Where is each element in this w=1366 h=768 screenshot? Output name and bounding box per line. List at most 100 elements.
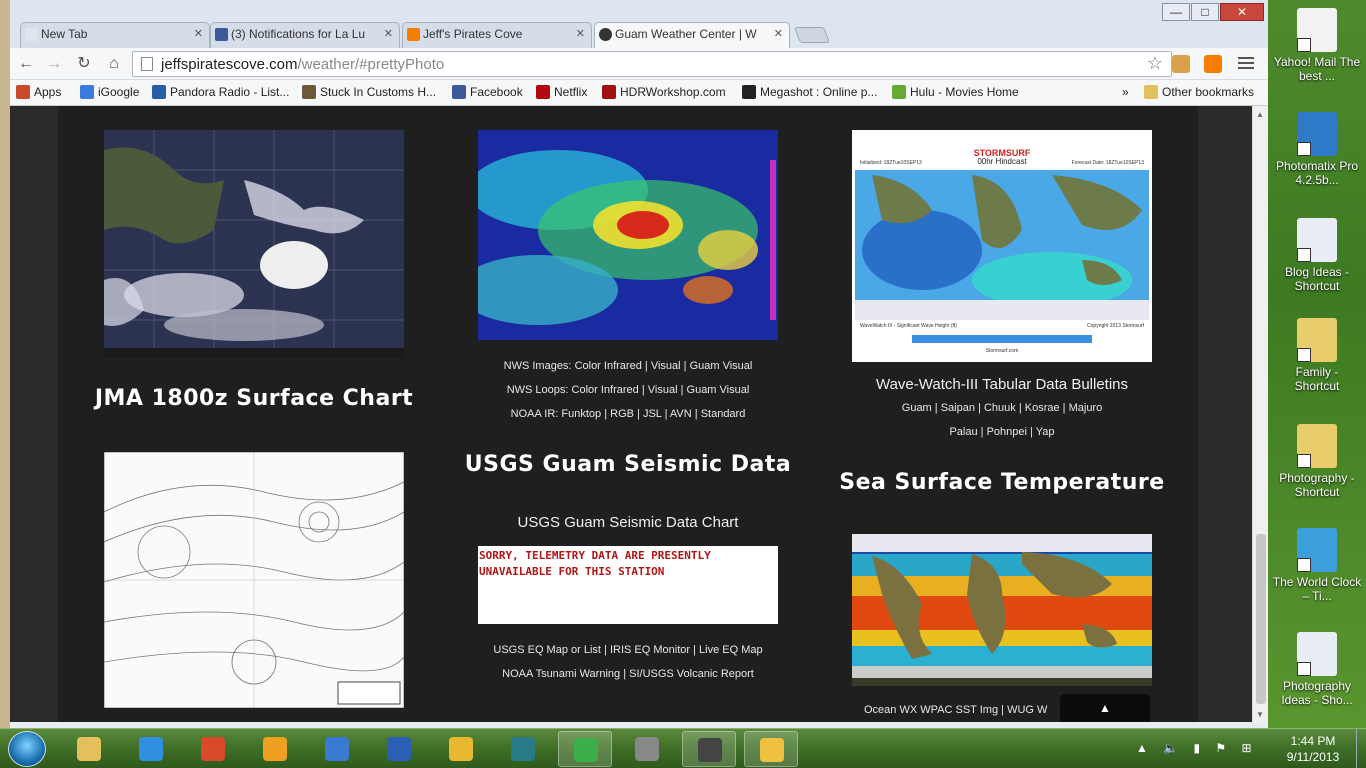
link-color-infrared[interactable]: Color Infrared: [575, 360, 642, 372]
bookmark-pandora[interactable]: Pandora Radio - List...: [152, 85, 289, 99]
bookmark-label: iGoogle: [98, 85, 140, 99]
link-guam-visual[interactable]: Guam Visual: [690, 360, 753, 372]
link-chuuk[interactable]: Chuuk: [984, 402, 1016, 414]
close-icon[interactable]: ✕: [384, 27, 393, 40]
maximize-button[interactable]: □: [1191, 3, 1219, 21]
link-funktop[interactable]: Funktop: [561, 408, 601, 420]
chrome-menu-icon[interactable]: [1238, 55, 1254, 71]
taskbar-app[interactable]: [310, 731, 364, 767]
taskbar-app[interactable]: [434, 731, 488, 767]
sea-surface-temperature-heading: Sea Surface Temperature: [839, 470, 1165, 495]
word-document-icon: [1297, 218, 1337, 262]
taskbar-app[interactable]: [558, 731, 612, 767]
bookmark-megashot[interactable]: Megashot : Online p...: [742, 85, 877, 99]
link-pohnpei[interactable]: Pohnpei: [987, 426, 1027, 438]
desktop-icon[interactable]: Yahoo! Mail The best ...: [1272, 8, 1362, 83]
link-visual[interactable]: Visual: [651, 360, 681, 372]
bookmarks-overflow-icon[interactable]: »: [1122, 85, 1129, 99]
stormsurf-caption: WaveWatch III - Significant Wave Height …: [860, 323, 957, 329]
taskbar-app[interactable]: [744, 731, 798, 767]
link-live-eq-map[interactable]: Live EQ Map: [699, 644, 763, 656]
scroll-down-icon[interactable]: ▼: [1256, 710, 1264, 719]
taskbar-app[interactable]: [620, 731, 674, 767]
stormsurf-wave-height-map[interactable]: STORMSURF 00hr Hindcast Initialized: 18Z…: [852, 130, 1152, 362]
desktop-icon[interactable]: Photography - Shortcut: [1272, 424, 1362, 499]
desktop-icon[interactable]: Photography Ideas - Sho...: [1272, 632, 1362, 707]
blogger-extension-icon[interactable]: [1204, 55, 1222, 73]
link-standard[interactable]: Standard: [701, 408, 746, 420]
scroll-to-top-button[interactable]: ▲: [1060, 694, 1150, 722]
link-loop-visual[interactable]: Visual: [648, 384, 678, 396]
bookmark-stuck-in-customs[interactable]: Stuck In Customs H...: [302, 85, 436, 99]
satellite-infrared-image[interactable]: [104, 130, 404, 358]
bookmark-apps[interactable]: Apps: [16, 85, 61, 99]
tab-facebook-notifications[interactable]: (3) Notifications for La Lu ✕: [210, 22, 400, 48]
link-usgs-eq-map[interactable]: USGS EQ Map or List: [493, 644, 601, 656]
bookmark-hulu[interactable]: Hulu - Movies Home: [892, 85, 1019, 99]
desktop-icon[interactable]: Family - Shortcut: [1272, 318, 1362, 393]
desktop-icon[interactable]: Blog Ideas - Shortcut: [1272, 218, 1362, 293]
link-avn[interactable]: AVN: [670, 408, 692, 420]
minimize-button[interactable]: —: [1162, 3, 1190, 21]
taskbar-app[interactable]: [62, 731, 116, 767]
link-wug[interactable]: WUG W: [1007, 704, 1047, 716]
system-tray[interactable]: ▲ 🔈 ▮ ⚑ ⊞: [1136, 741, 1258, 755]
taskbar-app[interactable]: [248, 731, 302, 767]
vertical-scrollbar[interactable]: ▲ ▼: [1252, 106, 1268, 722]
link-volcanic-report[interactable]: SI/USGS Volcanic Report: [629, 668, 754, 680]
bookmark-netflix[interactable]: Netflix: [536, 85, 587, 99]
link-guam[interactable]: Guam: [902, 402, 932, 414]
show-desktop-button[interactable]: [1356, 729, 1366, 768]
color-infrared-satellite-image[interactable]: [458, 130, 778, 340]
blogger-icon: [407, 28, 420, 41]
link-ocean-wx-sst[interactable]: Ocean WX WPAC SST Img: [864, 704, 998, 716]
close-window-button[interactable]: ✕: [1220, 3, 1264, 21]
tab-new-tab[interactable]: New Tab ✕: [20, 22, 210, 48]
link-noaa-tsunami[interactable]: NOAA Tsunami Warning: [502, 668, 620, 680]
taskbar-clock[interactable]: 1:44 PM 9/11/2013: [1278, 733, 1348, 765]
new-tab-button[interactable]: [794, 27, 830, 43]
start-button[interactable]: [8, 731, 46, 767]
bookmark-igoogle[interactable]: iGoogle: [80, 85, 139, 99]
hdr-icon: [602, 85, 616, 99]
reload-icon[interactable]: ↻: [74, 54, 94, 74]
tab-guam-weather[interactable]: Guam Weather Center | W ✕: [594, 22, 790, 48]
close-icon[interactable]: ✕: [194, 27, 203, 40]
url-domain: jeffspiratescove.com: [161, 56, 298, 73]
bookmark-facebook[interactable]: Facebook: [452, 85, 523, 99]
desktop-icon[interactable]: Photomatix Pro 4.2.5b...: [1272, 112, 1362, 187]
taskbar-app[interactable]: [682, 731, 736, 767]
close-icon[interactable]: ✕: [576, 27, 585, 40]
desktop-icon-label: Photomatix Pro 4.2.5b...: [1275, 159, 1359, 187]
extension-icon[interactable]: [1172, 55, 1190, 73]
link-majuro[interactable]: Majuro: [1069, 402, 1103, 414]
taskbar-app[interactable]: [124, 731, 178, 767]
taskbar-app[interactable]: [372, 731, 426, 767]
usgs-seismic-heading: USGS Guam Seismic Data: [464, 452, 792, 477]
link-loop-color-infrared[interactable]: Color Infrared: [572, 384, 639, 396]
tab-pirates-cove[interactable]: Jeff's Pirates Cove ✕: [402, 22, 592, 48]
link-saipan[interactable]: Saipan: [941, 402, 975, 414]
taskbar-app[interactable]: [496, 731, 550, 767]
jma-surface-chart-image[interactable]: [103, 451, 405, 709]
address-bar[interactable]: jeffspiratescove.com/weather/#prettyPhot…: [132, 51, 1172, 77]
other-bookmarks[interactable]: Other bookmarks: [1144, 85, 1254, 99]
forward-icon[interactable]: →: [44, 54, 64, 74]
scroll-up-icon[interactable]: ▲: [1256, 110, 1264, 119]
desktop-icon[interactable]: The World Clock – Ti...: [1272, 528, 1362, 603]
link-jsl[interactable]: JSL: [643, 408, 662, 420]
bookmark-hdrworkshop[interactable]: HDRWorkshop.com: [602, 85, 726, 99]
link-loop-guam-visual[interactable]: Guam Visual: [687, 384, 750, 396]
scrollbar-thumb[interactable]: [1256, 534, 1266, 704]
link-palau[interactable]: Palau: [949, 426, 977, 438]
home-icon[interactable]: ⌂: [104, 54, 124, 74]
link-rgb[interactable]: RGB: [610, 408, 634, 420]
taskbar-app[interactable]: [186, 731, 240, 767]
bookmark-star-icon[interactable]: ☆: [1147, 53, 1163, 74]
sea-surface-temperature-map[interactable]: [852, 534, 1152, 686]
link-yap[interactable]: Yap: [1036, 426, 1055, 438]
close-icon[interactable]: ✕: [774, 27, 783, 40]
link-iris-eq-monitor[interactable]: IRIS EQ Monitor: [610, 644, 690, 656]
back-icon[interactable]: ←: [16, 54, 36, 74]
link-kosrae[interactable]: Kosrae: [1025, 402, 1060, 414]
